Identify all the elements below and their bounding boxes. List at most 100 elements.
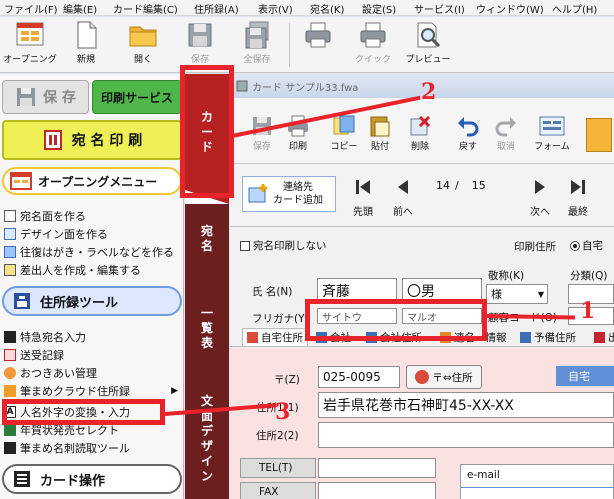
new-button[interactable]: 新規 — [58, 20, 114, 70]
opening-item-atena[interactable]: 宛名面を作る — [4, 207, 182, 224]
paste-icon — [370, 116, 390, 137]
menu-window[interactable]: ウィンドウ(W) — [476, 1, 544, 16]
address1-input[interactable]: 岩手県花巻市石神町45-XX-XX — [318, 392, 614, 418]
no-print-option[interactable]: 宛名印刷しない — [240, 238, 327, 253]
menu-settings[interactable]: 設定(S) — [362, 1, 396, 16]
quick-printer-icon — [360, 22, 386, 48]
tab-spare-address[interactable]: 予備住所 — [520, 328, 576, 346]
card-paste-button[interactable]: 貼付 — [362, 114, 398, 152]
tel-input[interactable] — [318, 458, 436, 478]
undo-icon — [458, 117, 479, 137]
skip-last-icon — [571, 180, 585, 194]
tab-atena[interactable]: 宛名 — [185, 206, 229, 286]
print-toolbar-button[interactable] — [290, 20, 346, 70]
card-redo-button[interactable]: 取消 — [488, 114, 524, 152]
chevron-down-icon: ▼ — [537, 289, 544, 299]
print-service-button[interactable]: 印刷サービス — [92, 80, 182, 114]
card-form: 宛名印刷しない 印刷住所 自宅 氏 名(N) 斉藤 〇男 敬称(K) 様 ▼ 分類… — [230, 228, 614, 499]
honorific-label: 敬称(K) — [488, 270, 525, 282]
no-print-checkbox[interactable] — [240, 240, 250, 251]
prev-card-button[interactable]: 前へ — [383, 177, 423, 218]
card-save-button[interactable]: 保存 — [244, 114, 280, 152]
tab-joint-info[interactable]: 連名・情報 — [440, 328, 507, 346]
fax-input[interactable] — [318, 482, 436, 499]
card-ops-icon — [14, 471, 30, 487]
menu-edit[interactable]: 編集(E) — [63, 1, 97, 16]
card-icon — [4, 209, 16, 222]
menu-service[interactable]: サービス(I) — [414, 1, 465, 16]
redo-icon — [495, 117, 516, 137]
next-card-button[interactable]: 次へ — [520, 177, 560, 218]
form-icon — [539, 116, 565, 136]
menu-card-edit[interactable]: カード編集(C) — [113, 1, 178, 16]
menu-atena[interactable]: 宛名(K) — [310, 1, 344, 16]
preview-button[interactable]: プレビュー — [400, 20, 456, 70]
last-name-input[interactable]: 斉藤 — [317, 278, 397, 304]
postal-address-convert-button[interactable]: 〒⇔住所 — [406, 365, 482, 389]
card-window: カード サンプル33.fwa 保存 印刷 コピー 貼付 削除 戻す 取消 フォー… — [230, 74, 614, 499]
card-ops-header[interactable]: カード操作 — [2, 464, 182, 494]
tab-company-address[interactable]: 会社住所 — [366, 328, 422, 346]
tool-item-express-input[interactable]: 特急宛名入力 — [4, 328, 182, 345]
last-card-button[interactable]: 最終 — [558, 177, 598, 218]
tool-item-relationship[interactable]: おつきあい管理 — [4, 364, 182, 381]
tab-ichiran[interactable]: 一覧表 — [185, 288, 229, 374]
email-label: e-mail — [467, 469, 500, 481]
tab-design[interactable]: 文面デザイン — [185, 376, 229, 499]
tab-home-address[interactable]: 自宅住所 — [242, 328, 308, 346]
opening-menu-header[interactable]: オープニングメニュー — [2, 167, 182, 195]
email-panel: e-mail — [460, 464, 614, 499]
address2-input[interactable] — [318, 422, 614, 448]
tab-more[interactable]: 出 — [594, 328, 614, 346]
card-undo-button[interactable]: 戻す — [450, 114, 486, 152]
folder-icon — [129, 26, 157, 47]
tool-item-card-reader[interactable]: 筆まめ名刺読取ツール — [4, 439, 182, 456]
address2-label: 住所2(2) — [256, 430, 299, 442]
address-tools-header[interactable]: 住所録ツール — [2, 286, 182, 316]
sidebar-save-button[interactable]: 保 存 — [2, 80, 89, 114]
floppy-disk-icon — [17, 88, 36, 106]
people-icon — [440, 331, 451, 343]
postal-code-input[interactable]: 025-0095 — [318, 366, 400, 388]
main-toolbar: オープニング 新規 開く 保存 全保存 クイック プレビュー — [0, 17, 614, 73]
honorific-select[interactable]: 様 ▼ — [486, 284, 548, 304]
card-delete-button[interactable]: 削除 — [402, 114, 438, 152]
open-button[interactable]: 開く — [115, 20, 171, 70]
address-print-button[interactable]: 宛 名 印 刷 — [2, 120, 182, 160]
postal-label: 〒(Z) — [274, 374, 300, 386]
quick-print-button[interactable]: クイック — [345, 20, 401, 70]
tool-item-send-receive[interactable]: 送受記録 — [4, 346, 182, 363]
opening-item-design[interactable]: デザイン面を作る — [4, 225, 182, 242]
opening-button[interactable]: オープニング — [2, 20, 58, 70]
next-icon — [535, 180, 545, 194]
copy-icon — [333, 115, 355, 135]
add-contact-card-button[interactable]: 連絡先 カード追加 — [242, 176, 336, 212]
tool-item-nenga-select[interactable]: 年賀状発売セレクト — [4, 421, 182, 438]
opening-item-sender[interactable]: 差出人を作成・編集する — [4, 261, 182, 278]
menu-help[interactable]: ヘルプ(H) — [552, 1, 597, 16]
card-navigation-bar: 連絡先 カード追加 先頭 前へ 14 / 15 次へ 最終 — [230, 165, 614, 227]
extra-tool-button[interactable] — [586, 118, 612, 152]
print-address-label: 印刷住所 — [514, 241, 556, 253]
menu-file[interactable]: ファイル(F) — [4, 1, 58, 16]
tab-company[interactable]: 会社 — [316, 328, 351, 346]
furigana-first-input[interactable]: マルオ — [402, 308, 482, 324]
first-name-input[interactable]: 〇男 — [402, 278, 482, 304]
card-position-counter: 14 / 15 — [436, 179, 486, 192]
save-toolbar-button[interactable]: 保存 — [172, 20, 228, 70]
tab-card[interactable]: カード — [185, 74, 229, 204]
print-address-home-radio[interactable]: 自宅 — [570, 238, 603, 253]
opening-item-reply-card[interactable]: 往復はがき・ラベルなどを作る — [4, 243, 182, 260]
design-icon — [4, 227, 16, 240]
menu-address-book[interactable]: 住所録(A) — [194, 1, 239, 16]
save-all-button[interactable]: 全保存 — [229, 20, 285, 70]
card-form-button[interactable]: フォーム — [532, 114, 572, 152]
card-copy-button[interactable]: コピー — [326, 114, 362, 152]
tool-item-cloud[interactable]: 筆まめクラウド住所録 ▶ — [4, 382, 182, 399]
mail-icon — [4, 348, 16, 361]
furigana-last-input[interactable]: サイトウ — [317, 308, 397, 324]
card-print-button[interactable]: 印刷 — [280, 114, 316, 152]
tool-item-name-gaiji[interactable]: A 人名外字の変換・入力 — [4, 403, 182, 420]
first-card-button[interactable]: 先頭 — [343, 177, 383, 218]
menu-view[interactable]: 表示(V) — [258, 1, 293, 16]
